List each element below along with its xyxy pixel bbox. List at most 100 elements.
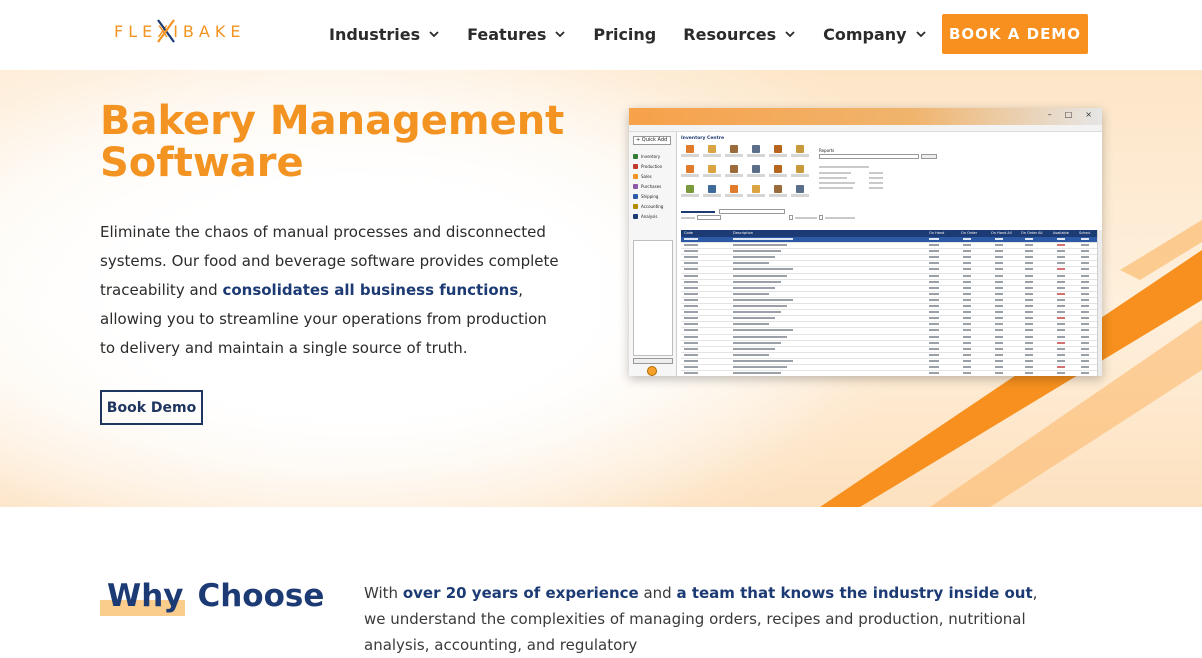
table-row: [681, 371, 1099, 376]
category-select: [719, 209, 785, 214]
why-choose-title: Why Choose: [107, 576, 324, 616]
inventory-tile: [747, 164, 765, 180]
nav-pricing[interactable]: Pricing: [593, 22, 656, 46]
inventory-tile: [725, 184, 743, 200]
table-scrollbar: [1097, 230, 1102, 376]
close-icon: ×: [1085, 110, 1092, 119]
app-sidebar-item: Shipping: [633, 191, 673, 201]
main-menu: Industries Features Pricing Resources Co…: [329, 22, 954, 46]
quick-add-button: + Quick Add: [633, 136, 671, 145]
why-title-word1: Why: [107, 578, 184, 614]
app-sidebar-item: Analysis: [633, 211, 673, 221]
only-items-checkbox: [819, 215, 823, 220]
close-all-windows-button: [633, 358, 673, 364]
inventory-tile: [791, 184, 809, 200]
module-icon: [633, 213, 638, 219]
app-sidebar-item-label: Shipping: [641, 193, 659, 199]
app-sidebar-item-label: Analysis: [641, 213, 658, 219]
inventory-tiles: [681, 144, 817, 206]
book-a-demo-button[interactable]: BOOK A DEMO: [942, 14, 1088, 54]
inventory-centre-title: Inventory Centre: [681, 136, 725, 141]
nav-features-label: Features: [467, 24, 547, 44]
reports-run-button: [921, 154, 937, 159]
nav-resources-label: Resources: [683, 24, 777, 44]
top-navigation: FLEXIBAKE Industries Features Pricing Re…: [0, 0, 1202, 70]
app-sidebar-item-label: Sales: [641, 173, 652, 179]
hero-description: Eliminate the chaos of manual processes …: [100, 218, 560, 363]
inventory-tile: [769, 164, 787, 180]
hero-title: Bakery Management Software: [100, 100, 570, 184]
app-sidebar: + Quick Add Inventory Production Sales Purc…: [629, 132, 677, 376]
app-menubar: [629, 125, 1102, 132]
chevron-down-icon: [915, 31, 926, 38]
inventory-tile: [791, 164, 809, 180]
app-sidebar-item-label: Inventory: [641, 153, 661, 159]
hero-section: Bakery Management Software Eliminate the…: [0, 70, 1202, 507]
window-controls: – □ ×: [1035, 110, 1092, 119]
app-sidebar-item: Production: [633, 161, 673, 171]
nav-company[interactable]: Company: [823, 22, 926, 46]
module-icon: [633, 193, 638, 199]
inventory-tile: [725, 164, 743, 180]
module-icon: [633, 183, 638, 189]
inventory-tile: [681, 144, 699, 160]
inventory-table: Code Description On Hand On Order On Hand Al…: [681, 230, 1099, 376]
inventory-tile: [703, 184, 721, 200]
module-icon: [633, 153, 638, 159]
search-field: [697, 215, 721, 220]
hero-desc-emphasis: consolidates all business functions: [222, 281, 519, 299]
inventory-table-header: Code Description On Hand On Order On Hand Al…: [681, 230, 1099, 237]
why-choose-description: With over 20 years of experience and a t…: [364, 580, 1054, 658]
nav-features[interactable]: Features: [467, 22, 566, 46]
chevron-down-icon: [555, 31, 565, 38]
inventory-centre-panel: Inventory Centre Reports Code Descriptio…: [679, 132, 1102, 376]
inventory-tile: [747, 144, 765, 160]
chevron-down-icon: [785, 31, 795, 38]
app-sidebar-item-label: Production: [641, 163, 663, 169]
flexibake-logo[interactable]: FLEXIBAKE: [114, 18, 254, 44]
open-windows-panel: [633, 240, 673, 356]
why-choose-section: Why Choose With over 20 years of experien…: [0, 507, 1202, 654]
reports-label: Reports: [819, 148, 835, 153]
why-text-emphasis2: a team that knows the industry inside ou…: [676, 584, 1033, 602]
app-titlebar: – □ ×: [629, 108, 1102, 125]
inventory-tile: [681, 184, 699, 200]
app-sidebar-item: Inventory: [633, 151, 673, 161]
book-demo-button[interactable]: Book Demo: [100, 390, 203, 425]
app-sidebar-item-label: Purchases: [641, 183, 662, 189]
app-sidebar-item: Sales: [633, 171, 673, 181]
product-on-hand-filter: [681, 208, 961, 222]
inventory-tile: [769, 184, 787, 200]
logo-wordmark: FLEXIBAKE: [114, 22, 245, 41]
module-icon: [633, 163, 638, 169]
reports-panel: Reports: [819, 142, 949, 202]
nav-industries[interactable]: Industries: [329, 22, 440, 46]
nav-company-label: Company: [823, 24, 907, 44]
show-inactive-checkbox: [789, 215, 793, 220]
hero-title-line1: Bakery Management: [100, 98, 565, 144]
why-text-emphasis1: over 20 years of experience: [402, 584, 639, 602]
inventory-tile: [681, 164, 699, 180]
inventory-tile: [725, 144, 743, 160]
inventory-tile: [747, 184, 765, 200]
reports-select: [819, 154, 919, 159]
inventory-tile: [703, 164, 721, 180]
app-sidebar-item: Purchases: [633, 181, 673, 191]
software-screenshot: – □ × + Quick Add Inventory Production Sal…: [629, 108, 1102, 376]
why-text-part1: With: [364, 584, 403, 602]
module-icon: [633, 203, 638, 209]
why-title-word2: Choose: [197, 578, 325, 614]
hero-title-line2: Software: [100, 140, 304, 186]
nav-resources[interactable]: Resources: [683, 22, 796, 46]
inventory-tile: [703, 144, 721, 160]
inventory-tile: [769, 144, 787, 160]
app-sidebar-list: Inventory Production Sales Purchases Shippin…: [633, 151, 673, 221]
flexibake-logo-mark: FLEXIBAKE: [114, 19, 245, 43]
app-sidebar-item: Accounting: [633, 201, 673, 211]
maximize-icon: □: [1064, 110, 1073, 119]
module-icon: [633, 173, 638, 179]
why-text-part2: and: [638, 584, 677, 602]
inventory-tile: [791, 144, 809, 160]
nav-industries-label: Industries: [329, 24, 421, 44]
app-sidebar-item-label: Accounting: [641, 203, 664, 209]
